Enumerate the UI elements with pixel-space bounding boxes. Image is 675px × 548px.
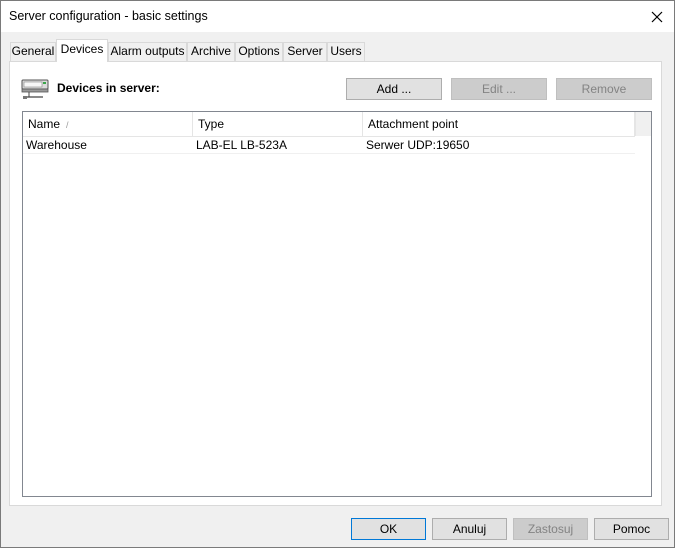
devices-heading: Devices in server:	[57, 81, 160, 95]
table-row[interactable]: Warehouse LAB-EL LB-523A Serwer UDP:1965…	[23, 137, 635, 154]
column-header-name[interactable]: Name /	[23, 112, 193, 136]
devices-panel: Devices in server: Add ... Edit ... Remo…	[9, 61, 662, 506]
sort-indicator-icon: /	[66, 120, 69, 130]
title-bar: Server configuration - basic settings	[1, 1, 674, 32]
apply-button[interactable]: Zastosuj	[513, 518, 588, 540]
tab-devices[interactable]: Devices	[56, 39, 108, 62]
tab-users[interactable]: Users	[327, 42, 365, 61]
cancel-button[interactable]: Anuluj	[432, 518, 507, 540]
server-config-dialog: Server configuration - basic settings Ge…	[0, 0, 675, 548]
remove-device-button[interactable]: Remove	[556, 78, 652, 100]
tab-alarm-outputs[interactable]: Alarm outputs	[108, 42, 187, 61]
edit-device-button[interactable]: Edit ...	[451, 78, 547, 100]
list-header: Name / Type Attachment point	[23, 112, 635, 137]
column-header-type[interactable]: Type	[193, 112, 363, 136]
cell-name: Warehouse	[26, 138, 87, 152]
close-icon	[651, 11, 663, 22]
tab-options[interactable]: Options	[235, 42, 283, 61]
tab-archive[interactable]: Archive	[187, 42, 235, 61]
devices-list[interactable]: Name / Type Attachment point Warehouse LA…	[22, 111, 652, 497]
help-button[interactable]: Pomoc	[594, 518, 669, 540]
close-button[interactable]	[640, 1, 674, 32]
column-header-attachment[interactable]: Attachment point	[363, 112, 635, 136]
ok-button[interactable]: OK	[351, 518, 426, 540]
cell-attachment: Serwer UDP:19650	[366, 138, 470, 152]
tab-general[interactable]: General	[10, 42, 56, 61]
tab-server[interactable]: Server	[283, 42, 327, 61]
header-corner	[635, 112, 651, 136]
add-device-button[interactable]: Add ...	[346, 78, 442, 100]
column-name-label: Name	[28, 117, 61, 131]
server-device-icon	[21, 79, 49, 99]
window-title: Server configuration - basic settings	[9, 9, 208, 23]
cell-type: LAB-EL LB-523A	[196, 138, 287, 152]
